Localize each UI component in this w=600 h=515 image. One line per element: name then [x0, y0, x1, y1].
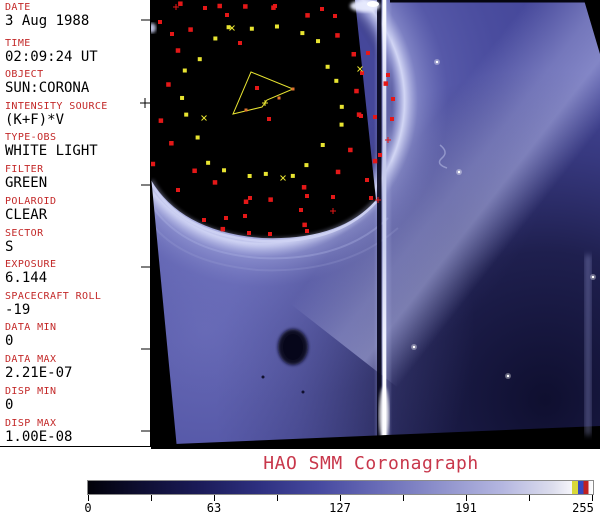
metadata-label: TYPE-OBS — [5, 133, 98, 143]
metadata-value: 0 — [5, 398, 56, 413]
metadata-field-exposure: EXPOSURE 6.144 — [5, 260, 56, 286]
metadata-label: POLAROID — [5, 197, 56, 207]
colorbar-tick — [151, 495, 152, 501]
metadata-label: DISP MIN — [5, 387, 56, 397]
top-glare-core — [367, 1, 379, 7]
occulter-disk — [151, 0, 376, 238]
plate-top-edge — [390, 0, 600, 3]
smm-coronagraph-viewer: { "metadata_panel": { "fields": [ {"labe… — [0, 0, 600, 512]
image-title: HAO SMM Coronagraph — [263, 453, 478, 474]
metadata-field-intensity-source: INTENSITY SOURCE (K+F)*V — [5, 102, 108, 128]
metadata-label: DATA MAX — [5, 355, 72, 365]
right-edge-strip — [585, 255, 591, 435]
metadata-value: 02:09:24 UT — [5, 50, 98, 65]
metadata-value: (K+F)*V — [5, 113, 108, 128]
colorbar-tick — [529, 495, 530, 501]
metadata-value: -19 — [5, 303, 101, 318]
left-axis-ticks — [137, 0, 151, 449]
metadata-field-disp-min: DISP MIN 0 — [5, 387, 56, 413]
colorbar-tick-label: 0 — [84, 501, 91, 515]
metadata-value: GREEN — [5, 176, 47, 191]
pylon-shadow — [377, 0, 382, 449]
colorbar-tick-label: 255 — [572, 501, 594, 515]
metadata-field-object: OBJECT SUN:CORONA — [5, 70, 89, 96]
metadata-label: DATE — [5, 3, 89, 13]
metadata-field-data-max: DATA MAX 2.21E-07 — [5, 355, 72, 381]
instrument-streak — [383, 0, 387, 449]
dark-speck — [262, 376, 265, 379]
metadata-field-spacecraft-roll: SPACECRAFT ROLL -19 — [5, 292, 101, 318]
metadata-value: 0 — [5, 334, 56, 349]
metadata-value: 2.21E-07 — [5, 366, 72, 381]
metadata-field-sector: SECTOR S — [5, 229, 44, 255]
metadata-field-polaroid: POLAROID CLEAR — [5, 197, 56, 223]
image-canvas — [151, 0, 600, 449]
metadata-value: 3 Aug 1988 — [5, 14, 89, 29]
colorbar-tick-label: 191 — [455, 501, 477, 515]
colorbar-tick — [403, 495, 404, 501]
metadata-value: 1.00E-08 — [5, 430, 72, 445]
dark-speck — [302, 391, 305, 394]
metadata-label: TIME — [5, 39, 98, 49]
colorbar-tick-label: 127 — [329, 501, 351, 515]
metadata-field-type-obs: TYPE-OBS WHITE LIGHT — [5, 133, 98, 159]
colorbar-tick-label: 63 — [207, 501, 221, 515]
metadata-panel: DATE 3 Aug 1988 TIME 02:09:24 UT OBJECT … — [0, 0, 151, 447]
colorbar-tick — [277, 495, 278, 501]
metadata-value: 6.144 — [5, 271, 56, 286]
intensity-colorbar — [87, 480, 594, 495]
footer: HAO SMM Coronagraph 0 63 127 191 255 — [0, 449, 600, 512]
metadata-value: S — [5, 240, 44, 255]
metadata-label: INTENSITY SOURCE — [5, 102, 108, 112]
metadata-label: OBJECT — [5, 70, 89, 80]
coronagraph-image — [151, 0, 600, 449]
metadata-label: FILTER — [5, 165, 47, 175]
metadata-field-data-min: DATA MIN 0 — [5, 323, 56, 349]
metadata-field-date: DATE 3 Aug 1988 — [5, 3, 89, 29]
metadata-field-disp-max: DISP MAX 1.00E-08 — [5, 419, 72, 445]
metadata-label: DISP MAX — [5, 419, 72, 429]
metadata-label: SPACECRAFT ROLL — [5, 292, 101, 302]
metadata-field-time: TIME 02:09:24 UT — [5, 39, 98, 65]
metadata-value: SUN:CORONA — [5, 81, 89, 96]
bottom-glare — [379, 387, 389, 443]
metadata-value: CLEAR — [5, 208, 56, 223]
metadata-label: EXPOSURE — [5, 260, 56, 270]
metadata-field-filter: FILTER GREEN — [5, 165, 47, 191]
dust-blob-core — [283, 334, 303, 360]
metadata-label: DATA MIN — [5, 323, 56, 333]
metadata-value: WHITE LIGHT — [5, 144, 98, 159]
metadata-label: SECTOR — [5, 229, 44, 239]
